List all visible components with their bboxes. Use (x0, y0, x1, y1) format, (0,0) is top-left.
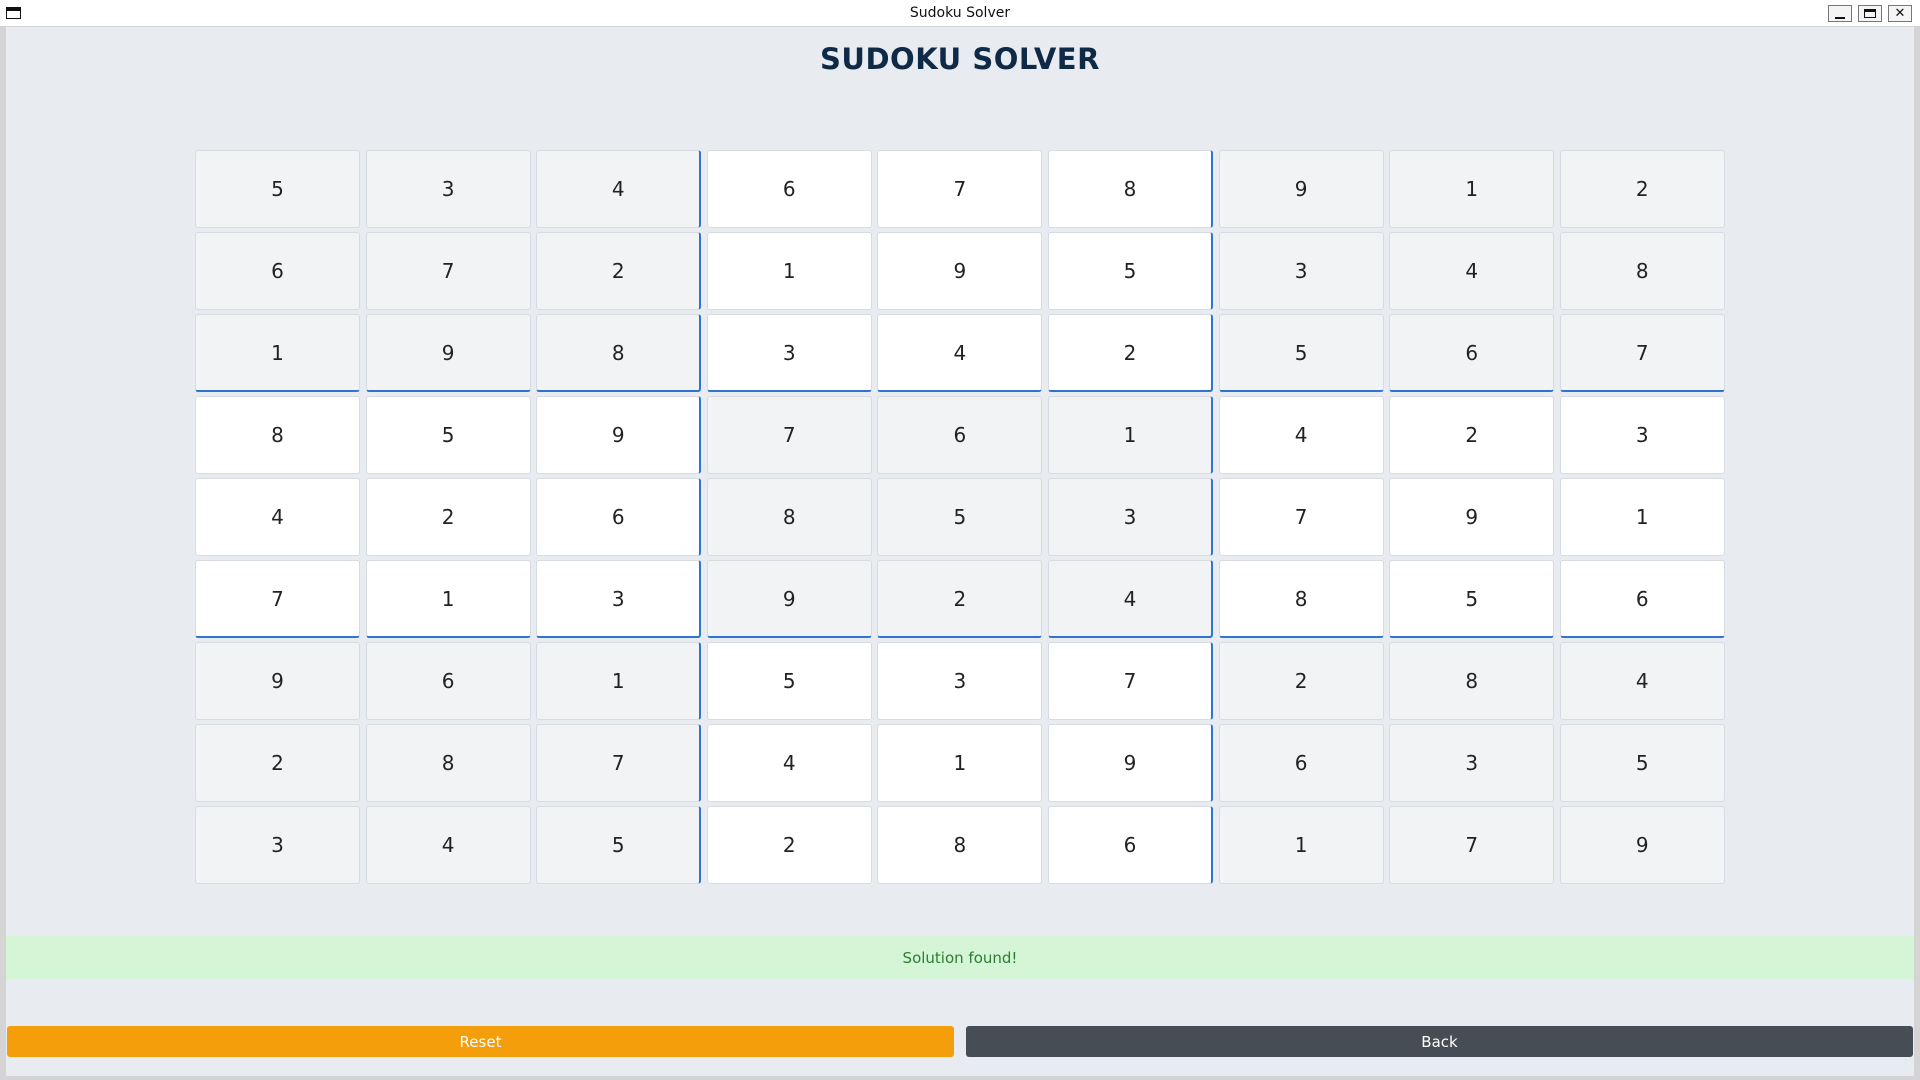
sudoku-cell[interactable]: 7 (1559, 314, 1725, 392)
sudoku-cell[interactable]: 2 (195, 724, 360, 802)
sudoku-cell[interactable]: 1 (1218, 806, 1384, 884)
status-message: Solution found! (6, 936, 1914, 979)
sudoku-cell[interactable]: 5 (1389, 560, 1555, 638)
sudoku-cell[interactable]: 4 (195, 478, 360, 556)
sudoku-cell[interactable]: 1 (877, 724, 1043, 802)
close-button[interactable]: ✕ (1888, 5, 1912, 22)
sudoku-cell[interactable]: 8 (877, 806, 1043, 884)
page-title: SUDOKU SOLVER (820, 42, 1100, 76)
sudoku-cell[interactable]: 4 (877, 314, 1043, 392)
window-frame-bottom (0, 1076, 1920, 1080)
sudoku-cell[interactable]: 2 (706, 806, 872, 884)
sudoku-cell[interactable]: 5 (1218, 314, 1384, 392)
sudoku-cell[interactable]: 2 (365, 478, 531, 556)
sudoku-cell[interactable]: 6 (1218, 724, 1384, 802)
sudoku-cell[interactable]: 4 (365, 806, 531, 884)
back-button[interactable]: Back (966, 1026, 1913, 1057)
sudoku-cell[interactable]: 1 (1559, 478, 1725, 556)
sudoku-cell[interactable]: 1 (1389, 150, 1555, 228)
sudoku-cell[interactable]: 4 (1048, 560, 1213, 638)
sudoku-cell[interactable]: 7 (1048, 642, 1213, 720)
sudoku-cell[interactable]: 8 (1559, 232, 1725, 310)
minimize-icon (1835, 16, 1845, 19)
minimize-button[interactable] (1828, 5, 1852, 22)
sudoku-cell[interactable]: 9 (706, 560, 872, 638)
sudoku-cell[interactable]: 6 (706, 150, 872, 228)
sudoku-cell[interactable]: 7 (365, 232, 531, 310)
sudoku-cell[interactable]: 9 (536, 396, 702, 474)
sudoku-cell[interactable]: 3 (1559, 396, 1725, 474)
sudoku-cell[interactable]: 6 (1048, 806, 1213, 884)
sudoku-cell[interactable]: 5 (1559, 724, 1725, 802)
sudoku-cell[interactable]: 2 (1218, 642, 1384, 720)
sudoku-cell[interactable]: 1 (195, 314, 360, 392)
sudoku-cell[interactable]: 8 (1048, 150, 1213, 228)
sudoku-cell[interactable]: 5 (1048, 232, 1213, 310)
window-frame-right (1914, 26, 1920, 1080)
maximize-icon (1864, 9, 1876, 18)
sudoku-cell[interactable]: 2 (1559, 150, 1725, 228)
sudoku-cell[interactable]: 7 (195, 560, 360, 638)
sudoku-cell[interactable]: 7 (1218, 478, 1384, 556)
sudoku-cell[interactable]: 3 (1048, 478, 1213, 556)
sudoku-cell[interactable]: 6 (877, 396, 1043, 474)
reset-button[interactable]: Reset (7, 1026, 954, 1057)
sudoku-cell[interactable]: 1 (1048, 396, 1213, 474)
maximize-button[interactable] (1858, 5, 1882, 22)
sudoku-cell[interactable]: 5 (195, 150, 360, 228)
sudoku-cell[interactable]: 2 (1048, 314, 1213, 392)
sudoku-cell[interactable]: 8 (365, 724, 531, 802)
sudoku-cell[interactable]: 4 (1218, 396, 1384, 474)
sudoku-cell[interactable]: 9 (365, 314, 531, 392)
sudoku-cell[interactable]: 9 (877, 232, 1043, 310)
sudoku-cell[interactable]: 1 (365, 560, 531, 638)
sudoku-cell[interactable]: 6 (536, 478, 702, 556)
sudoku-cell[interactable]: 3 (877, 642, 1043, 720)
sudoku-cell[interactable]: 9 (1048, 724, 1213, 802)
sudoku-cell[interactable]: 8 (706, 478, 872, 556)
sudoku-cell[interactable]: 1 (536, 642, 702, 720)
sudoku-cell[interactable]: 2 (536, 232, 702, 310)
sudoku-cell[interactable]: 6 (1559, 560, 1725, 638)
sudoku-cell[interactable]: 8 (195, 396, 360, 474)
app-window: Sudoku Solver ✕ SUDOKU SOLVER 5346789126… (0, 0, 1920, 1080)
sudoku-cell[interactable]: 5 (877, 478, 1043, 556)
sudoku-cell[interactable]: 9 (195, 642, 360, 720)
title-bar: Sudoku Solver ✕ (0, 0, 1920, 27)
sudoku-grid: 5346789126721953481983425678597614234268… (195, 150, 1725, 885)
sudoku-cell[interactable]: 5 (706, 642, 872, 720)
sudoku-cell[interactable]: 3 (1389, 724, 1555, 802)
sudoku-cell[interactable]: 3 (706, 314, 872, 392)
window-title: Sudoku Solver (909, 5, 1011, 21)
sudoku-cell[interactable]: 8 (1389, 642, 1555, 720)
sudoku-cell[interactable]: 6 (1389, 314, 1555, 392)
sudoku-cell[interactable]: 7 (536, 724, 702, 802)
sudoku-cell[interactable]: 4 (1389, 232, 1555, 310)
sudoku-cell[interactable]: 8 (536, 314, 702, 392)
sudoku-cell[interactable]: 5 (536, 806, 702, 884)
sudoku-cell[interactable]: 3 (365, 150, 531, 228)
sudoku-cell[interactable]: 4 (536, 150, 702, 228)
sudoku-cell[interactable]: 5 (365, 396, 531, 474)
sudoku-cell[interactable]: 3 (1218, 232, 1384, 310)
sudoku-cell[interactable]: 7 (1389, 806, 1555, 884)
sudoku-cell[interactable]: 3 (536, 560, 702, 638)
sudoku-cell[interactable]: 9 (1389, 478, 1555, 556)
sudoku-cell[interactable]: 7 (877, 150, 1043, 228)
sudoku-cell[interactable]: 4 (706, 724, 872, 802)
close-icon: ✕ (1894, 6, 1906, 21)
sudoku-cell[interactable]: 6 (365, 642, 531, 720)
window-frame-left (0, 26, 6, 1080)
sudoku-cell[interactable]: 6 (195, 232, 360, 310)
sudoku-cell[interactable]: 2 (1389, 396, 1555, 474)
sudoku-cell[interactable]: 4 (1559, 642, 1725, 720)
sudoku-cell[interactable]: 1 (706, 232, 872, 310)
sudoku-cell[interactable]: 7 (706, 396, 872, 474)
sudoku-cell[interactable]: 3 (195, 806, 360, 884)
sudoku-cell[interactable]: 9 (1559, 806, 1725, 884)
sudoku-cell[interactable]: 2 (877, 560, 1043, 638)
sudoku-cell[interactable]: 9 (1218, 150, 1384, 228)
sudoku-cell[interactable]: 8 (1218, 560, 1384, 638)
